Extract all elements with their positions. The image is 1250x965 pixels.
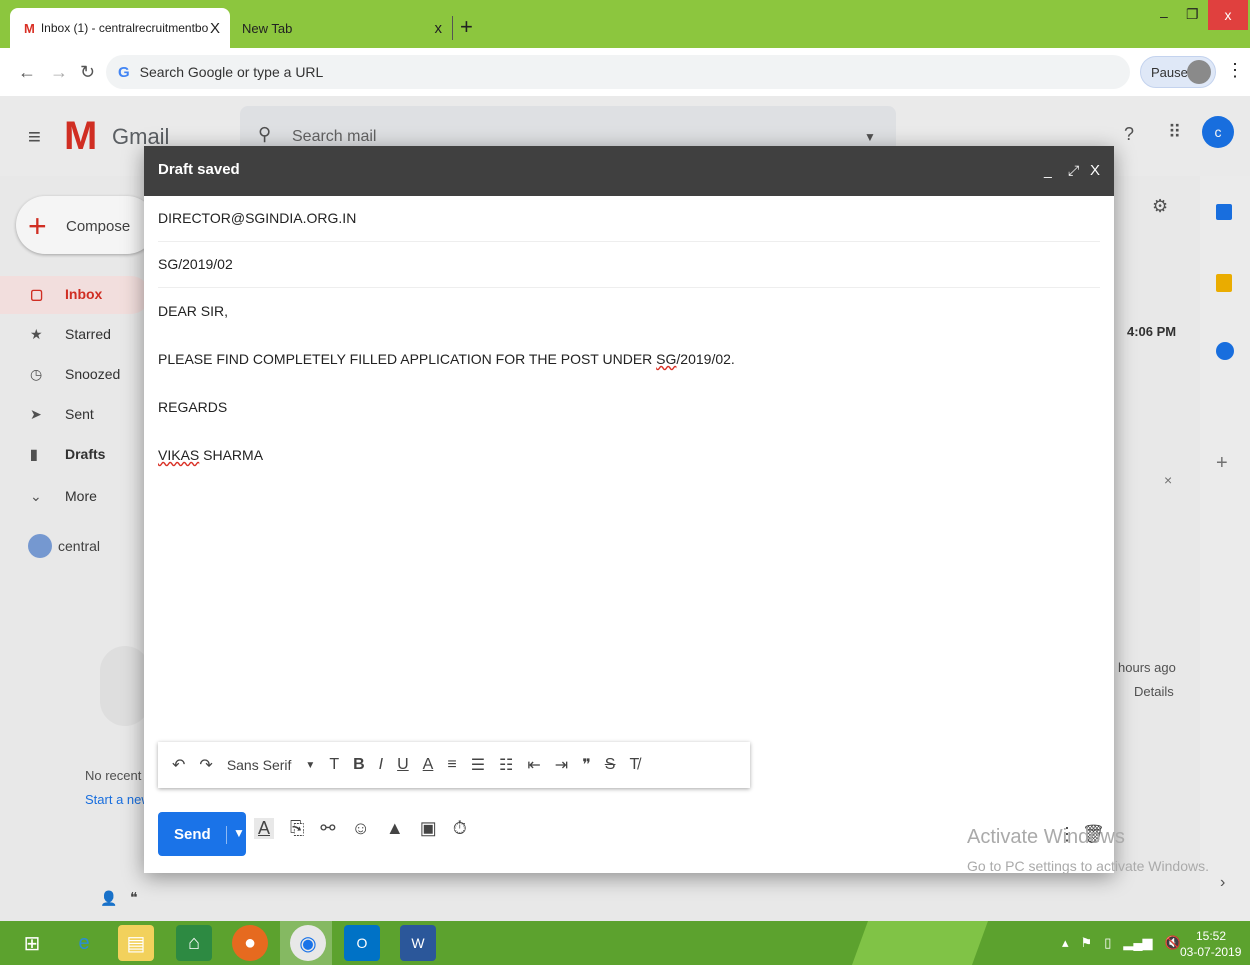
google-icon: G [118,63,130,81]
close-window-button[interactable]: x [1208,0,1248,30]
address-bar-placeholder: Search Google or type a URL [139,64,324,80]
close-tab-icon[interactable]: x [435,20,443,37]
body-text: SHARMA [199,447,264,463]
formatting-options-icon[interactable]: A [254,818,275,839]
forward-arrow-icon[interactable]: → [50,62,68,83]
redo-icon[interactable]: ↷ [199,755,212,775]
text-color-icon[interactable]: A [423,756,434,774]
store-icon[interactable]: ⌂ [176,925,212,961]
undo-icon[interactable]: ↶ [172,755,185,775]
avatar [1187,60,1211,84]
indent-less-icon[interactable]: ⇤ [527,755,540,775]
tab-new-tab[interactable]: New Tab x [232,8,452,48]
body-closing[interactable]: REGARDS [158,399,227,415]
chrome-icon[interactable]: ◉ [290,925,326,961]
tab-inbox[interactable]: M Inbox (1) - centralrecruitmentbo X [10,8,230,48]
minimize-icon[interactable]: _ [1044,162,1052,178]
maximize-window-icon[interactable]: ❐ [1186,6,1199,23]
compose-header[interactable] [144,146,1114,196]
gmail-favicon-icon: M [24,20,35,36]
indent-more-icon[interactable]: ⇥ [555,755,568,775]
close-icon[interactable]: X [1090,162,1100,179]
strikethrough-icon[interactable]: S [605,756,616,774]
drive-icon[interactable]: ▲ [386,818,404,839]
remove-formatting-icon[interactable]: T̸ [629,756,639,774]
profile-button[interactable]: Paused [1140,56,1216,88]
file-explorer-icon[interactable]: ▤ [118,925,154,961]
recipients-field[interactable]: DIRECTOR@SGINDIA.ORG.IN [158,196,1100,242]
font-size-icon[interactable]: T [329,756,339,774]
volume-icon[interactable]: 🔇 [1165,935,1181,951]
formatting-toolbar: ↶ ↷ Sans Serif ▼ T B I U A ≡ ☰ ☷ ⇤ ⇥ ❞ S… [158,742,750,788]
tab-title: New Tab [242,20,293,36]
chevron-up-icon[interactable]: ▴ [1062,935,1069,951]
numbered-list-icon[interactable]: ☰ [471,755,485,775]
align-icon[interactable]: ≡ [447,756,456,774]
misspelled-word[interactable]: SG [656,351,676,367]
firefox-icon[interactable]: ● [232,925,268,961]
body-text: PLEASE FIND COMPLETELY FILLED APPLICATIO… [158,351,657,367]
subject-field[interactable]: SG/2019/02 [158,242,1100,288]
font-select[interactable]: Sans Serif [227,757,292,773]
chevron-down-icon[interactable]: ▼ [305,760,315,771]
battery-icon[interactable]: ▯ [1104,935,1111,951]
attach-icon[interactable]: ⎘ [290,818,304,839]
browser-menu-icon[interactable]: ⋮ [1226,60,1244,81]
body-greeting[interactable]: DEAR SIR, [158,303,228,319]
bulleted-list-icon[interactable]: ☷ [499,755,513,775]
link-icon[interactable]: ⚯ [320,818,335,839]
internet-explorer-icon[interactable]: e [66,925,102,961]
clock-time[interactable]: 15:52 [1196,929,1226,943]
activation-watermark-subtitle: Go to PC settings to activate Windows. [967,858,1209,874]
photo-icon[interactable]: ▣ [420,818,437,839]
back-arrow-icon[interactable]: ← [18,62,36,83]
compose-actions: A ⎘ ⚯ ☺ ▲ ▣ ⏱ [254,818,467,839]
tab-separator [452,16,453,40]
body-line[interactable]: PLEASE FIND COMPLETELY FILLED APPLICATIO… [158,351,735,367]
compose-title: Draft saved [158,161,240,178]
word-icon[interactable]: W [400,925,436,961]
outlook-icon[interactable]: O [344,925,380,961]
tab-title: Inbox (1) - centralrecruitmentbo [40,21,209,35]
signal-icon[interactable]: ▂▄▆ [1123,935,1152,951]
body-text: /2019/02. [676,351,735,367]
new-tab-button[interactable]: + [460,14,473,40]
activation-watermark-title: Activate Windows [967,826,1125,848]
clock-date[interactable]: 03-07-2019 [1180,945,1241,959]
close-tab-icon[interactable]: X [210,20,220,37]
reload-icon[interactable]: ↻ [80,62,95,83]
underline-icon[interactable]: U [397,756,409,774]
body-signature[interactable]: VIKAS SHARMA [158,447,263,463]
misspelled-word[interactable]: VIKAS [158,447,199,463]
expand-icon[interactable]: ⤢ [1068,162,1079,179]
italic-icon[interactable]: I [379,756,383,774]
action-center-icon[interactable]: ⚑ [1081,935,1093,951]
taskbar-decoration [851,921,989,965]
emoji-icon[interactable]: ☺ [352,818,370,839]
bold-icon[interactable]: B [353,756,365,774]
system-tray: ▴ ⚑ ▯ ▂▄▆ 🔇 [1062,935,1181,951]
quote-icon[interactable]: ❞ [582,755,591,775]
schedule-send-icon[interactable]: ▼ [226,826,245,844]
confidential-mode-icon[interactable]: ⏱ [453,818,467,839]
minimize-window-icon[interactable]: – [1160,8,1168,24]
send-label: Send [174,826,211,843]
address-bar[interactable]: G Search Google or type a URL [106,55,1130,89]
windows-start-icon[interactable]: ⊞ [14,925,50,961]
